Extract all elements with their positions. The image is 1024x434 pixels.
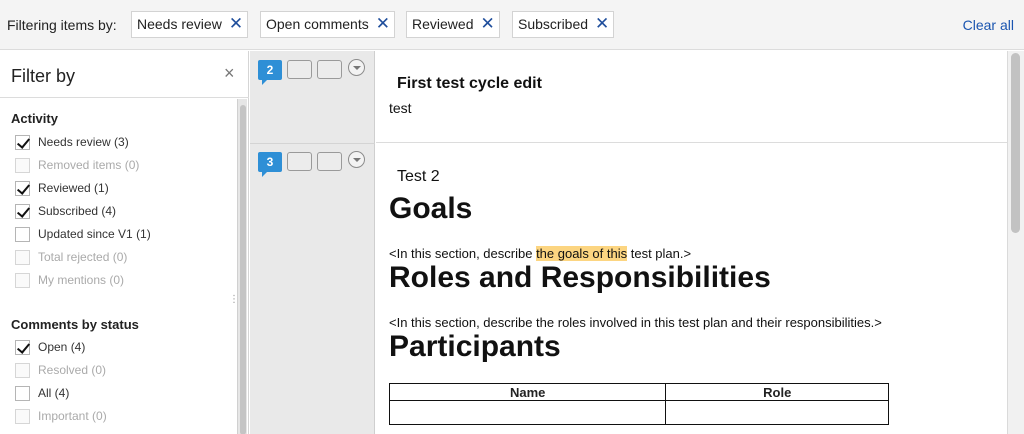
remove-chip-icon[interactable]: ✕ <box>595 15 609 32</box>
participants-table: Name Role <box>388 383 889 425</box>
gutter-action-button[interactable] <box>287 152 312 171</box>
filter-option-label: Subscribed (4) <box>38 204 117 218</box>
goals-text: <In this section, describe the goals of … <box>389 246 691 261</box>
checkbox[interactable] <box>15 180 30 196</box>
document-content: First test cycle edit test Test 2 Goals … <box>376 51 1007 434</box>
comments-section-title: Comments by status <box>11 317 139 332</box>
filter-sidebar-title: Filter by <box>11 66 76 86</box>
goals-text-after: test plan.> <box>627 246 692 261</box>
filter-option-label: Open (4) <box>38 340 86 354</box>
document-section: First test cycle edit test <box>376 51 1007 143</box>
chevron-down-icon[interactable] <box>348 151 365 168</box>
filter-option-reviewed[interactable]: Reviewed (1) <box>15 180 109 196</box>
checkbox[interactable] <box>15 134 30 150</box>
filter-option-label: Reviewed (1) <box>38 181 109 195</box>
item-gutter: 2 3 <box>250 51 375 434</box>
filter-option-needs-review[interactable]: Needs review (3) <box>15 134 129 150</box>
filter-option-important: Important (0) <box>15 408 107 424</box>
highlighted-text[interactable]: the goals of this <box>536 246 628 261</box>
chevron-down-icon[interactable] <box>348 59 365 76</box>
gutter-divider <box>250 143 375 144</box>
filter-option-open[interactable]: Open (4) <box>15 339 85 355</box>
filter-option-removed-items: Removed items (0) <box>15 157 139 173</box>
gutter-action-button[interactable] <box>317 152 342 171</box>
filter-option-total-rejected: Total rejected (0) <box>15 249 127 265</box>
section-body: test <box>389 100 412 116</box>
checkbox[interactable] <box>15 203 30 219</box>
filter-option-label: All (4) <box>38 386 70 400</box>
filter-option-label: Updated since V1 (1) <box>38 227 151 241</box>
filter-option-label: Needs review (3) <box>38 135 129 149</box>
filter-option-all[interactable]: All (4) <box>15 385 69 401</box>
gutter-action-button[interactable] <box>317 60 342 79</box>
roles-text: <In this section, describe the roles inv… <box>389 315 882 330</box>
comment-count-badge[interactable]: 3 <box>258 152 282 177</box>
content-scrollbar[interactable] <box>1007 51 1024 434</box>
filter-chip-reviewed: Reviewed ✕ <box>406 11 500 38</box>
remove-chip-icon[interactable]: ✕ <box>480 15 494 32</box>
filter-chip-label: Reviewed <box>412 16 474 32</box>
filter-sidebar-header: Filter by × <box>0 51 249 98</box>
goals-text-before: <In this section, describe <box>389 246 537 261</box>
table-header-name: Name <box>388 383 667 401</box>
sidebar-scrollbar[interactable] <box>237 99 247 434</box>
table-cell[interactable] <box>388 400 667 425</box>
table-header-role: Role <box>665 383 889 401</box>
activity-section-title: Activity <box>11 111 58 126</box>
checkbox[interactable] <box>15 385 30 401</box>
comment-count-badge[interactable]: 2 <box>258 60 282 85</box>
checkbox <box>15 157 30 173</box>
filter-chip-label: Needs review <box>137 16 222 32</box>
filter-option-label: Removed items (0) <box>38 158 140 172</box>
checkbox[interactable] <box>15 339 30 355</box>
filter-option-resolved: Resolved (0) <box>15 362 106 378</box>
resize-handle-icon[interactable]: ⋮ <box>229 295 239 312</box>
participants-heading: Participants <box>389 330 561 363</box>
filter-bar-label: Filtering items by: <box>7 17 117 33</box>
gutter-action-button[interactable] <box>287 60 312 79</box>
table-cell[interactable] <box>665 400 889 425</box>
clear-all-link[interactable]: Clear all <box>963 17 1014 33</box>
remove-chip-icon[interactable]: ✕ <box>376 15 390 32</box>
section-heading: First test cycle edit <box>397 75 542 92</box>
close-icon[interactable]: × <box>224 63 235 84</box>
filter-sidebar: Filter by × Activity Needs review (3) Re… <box>0 51 249 434</box>
sidebar-scrollbar-thumb[interactable] <box>240 105 246 434</box>
checkbox <box>15 408 30 424</box>
filter-option-my-mentions: My mentions (0) <box>15 272 124 288</box>
filter-chip-needs-review: Needs review ✕ <box>131 11 249 38</box>
filter-chip-subscribed: Subscribed ✕ <box>512 11 615 38</box>
checkbox <box>15 272 30 288</box>
filter-option-subscribed[interactable]: Subscribed (4) <box>15 203 116 219</box>
table-header-row: Name Role <box>388 383 889 401</box>
goals-heading: Goals <box>389 192 473 225</box>
content-scrollbar-thumb[interactable] <box>1011 53 1020 233</box>
remove-chip-icon[interactable]: ✕ <box>229 15 243 32</box>
table-row <box>388 400 889 425</box>
filter-option-label: Important (0) <box>38 409 107 423</box>
section-subtitle: Test 2 <box>397 168 440 185</box>
roles-heading: Roles and Responsibilities <box>389 261 771 294</box>
filter-option-label: Resolved (0) <box>38 363 107 377</box>
filter-chip-label: Open comments <box>266 16 369 32</box>
filter-option-label: Total rejected (0) <box>38 250 128 264</box>
filter-option-label: My mentions (0) <box>38 273 125 287</box>
checkbox <box>15 362 30 378</box>
filter-option-updated-since-v1[interactable]: Updated since V1 (1) <box>15 226 151 242</box>
filter-chip-label: Subscribed <box>518 16 589 32</box>
checkbox[interactable] <box>15 226 30 242</box>
filter-chip-open-comments: Open comments ✕ <box>260 11 395 38</box>
filter-bar: Filtering items by: Needs review ✕ Open c… <box>0 0 1024 50</box>
checkbox <box>15 249 30 265</box>
